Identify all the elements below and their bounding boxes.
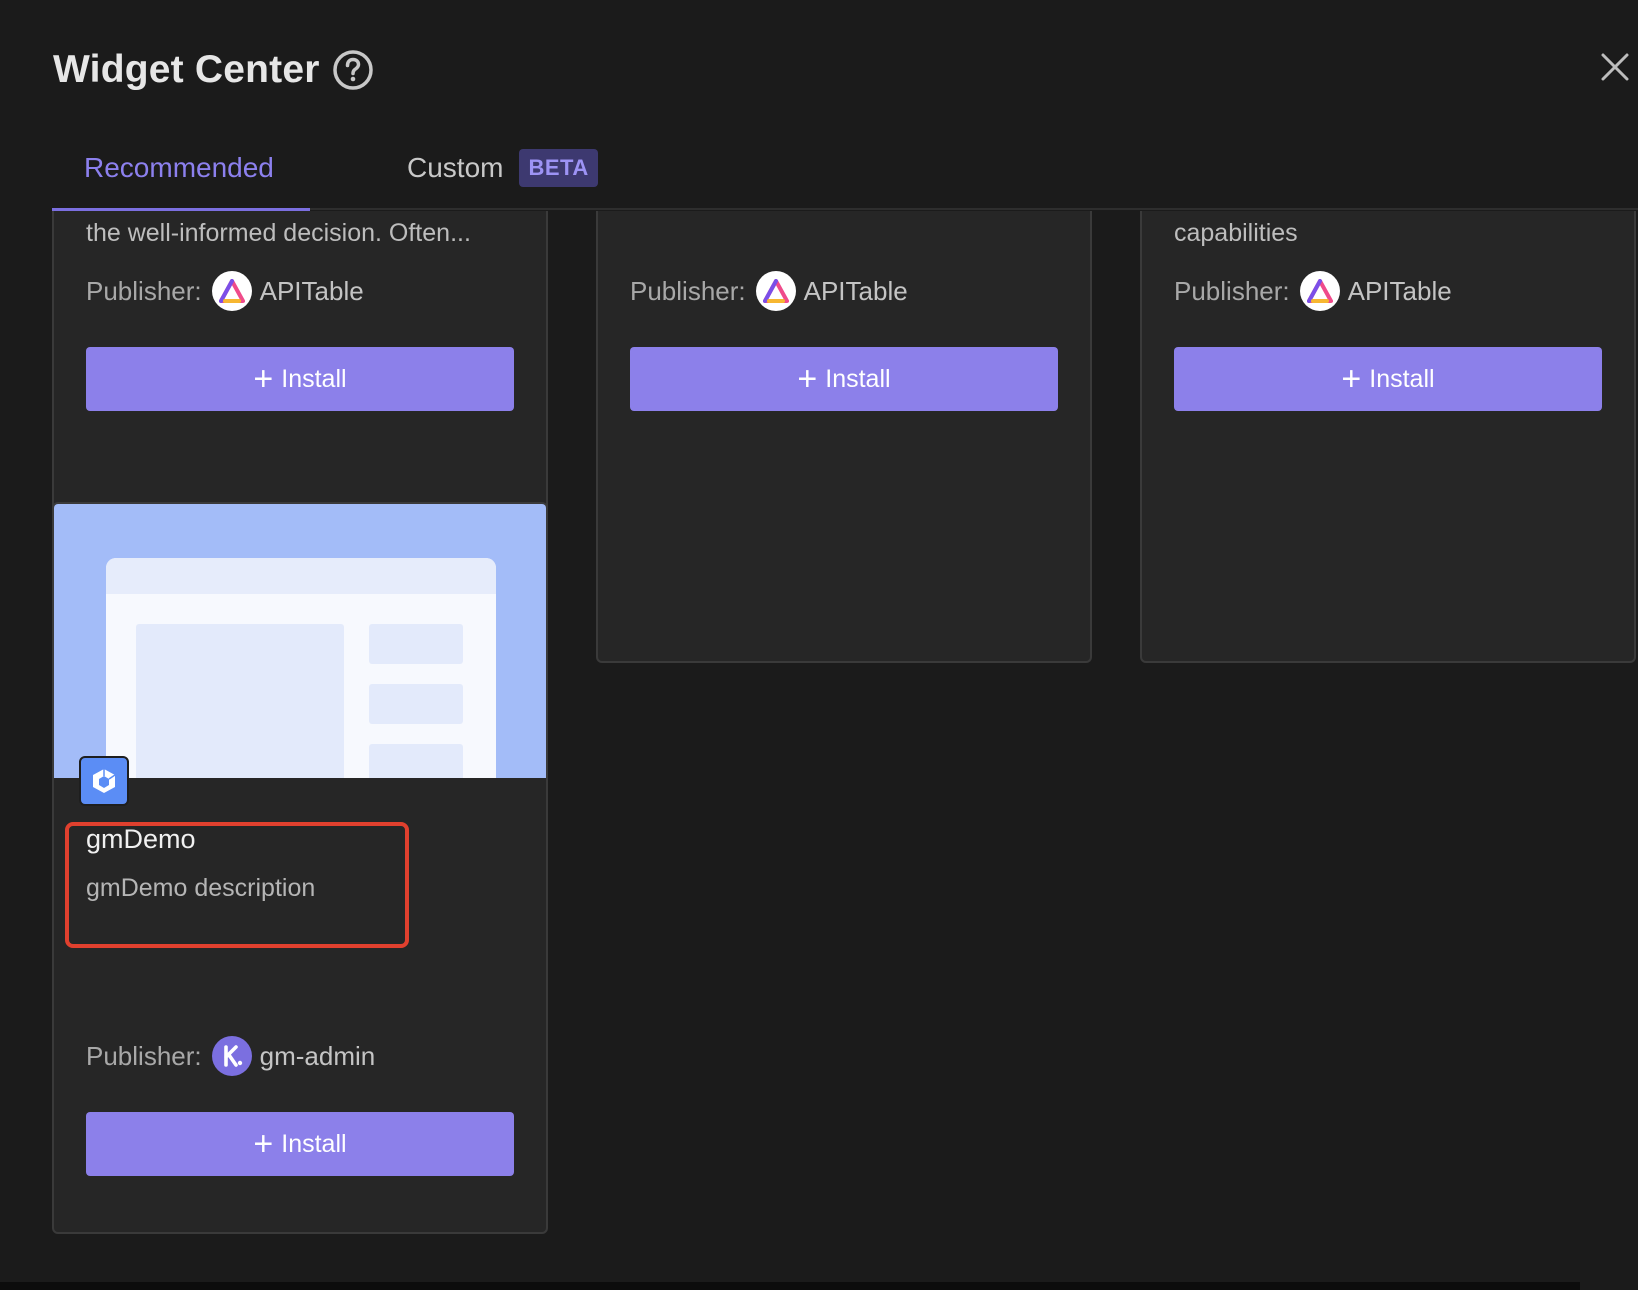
plus-icon: + [253,360,274,398]
publisher-row: Publisher: gm-admin [86,1036,375,1076]
publisher-avatar-icon [211,1036,252,1076]
preview-main-block [136,624,344,778]
publisher-label: Publisher: [86,275,202,306]
apitable-logo-icon [755,271,796,311]
install-label: Install [825,364,891,393]
tab-label: Recommended [84,152,274,183]
widget-card: Publisher: APITable + Install [596,211,1092,663]
preview-side-block [369,684,463,724]
preview-side-block [369,744,463,778]
tab-bar: Recommended Custom BETA [52,140,1638,212]
plus-icon: + [253,1125,274,1163]
page-title: Widget Center [53,48,320,91]
help-icon[interactable] [332,49,374,91]
install-button[interactable]: + Install [86,1112,514,1176]
close-icon[interactable] [1598,50,1632,84]
install-button[interactable]: + Install [86,347,514,411]
install-button[interactable]: + Install [1174,347,1602,411]
publisher-name: gm-admin [259,1040,376,1071]
publisher-name: APITable [803,275,908,306]
widget-description: gmDemo description [86,874,316,902]
widget-description: capabilities [1174,219,1298,247]
widget-preview-image [54,504,546,778]
widget-name: gmDemo [86,824,196,854]
widget-card: capabilities Publisher: APITable + Insta… [1140,211,1636,663]
preview-side-block [369,624,463,664]
title-row: Widget Center [53,48,374,92]
apitable-logo-icon [1299,271,1340,311]
tab-recommended[interactable]: Recommended [52,140,310,212]
tab-label: Custom [407,152,504,183]
publisher-row: Publisher: APITable [86,271,364,311]
widget-center-dialog: Widget Center Recommended Custom BETA th… [0,0,1638,1290]
install-label: Install [281,1129,347,1158]
preview-titlebar [106,558,496,594]
publisher-label: Publisher: [1174,275,1290,306]
install-label: Install [281,364,347,393]
apitable-logo-icon [211,271,252,311]
bottom-edge [0,1282,1580,1290]
tab-custom[interactable]: Custom BETA [407,140,598,210]
install-label: Install [1369,364,1435,393]
publisher-row: Publisher: APITable [1174,271,1452,311]
publisher-label: Publisher: [86,1040,202,1071]
publisher-row: Publisher: APITable [630,271,908,311]
plus-icon: + [797,360,818,398]
widget-description: the well-informed decision. Often... [86,219,471,247]
widget-card-gmdemo[interactable]: gmDemo gmDemo description Publisher: gm-… [52,502,548,1234]
publisher-label: Publisher: [630,275,746,306]
install-button[interactable]: + Install [630,347,1058,411]
widget-cube-icon [79,756,129,806]
publisher-name: APITable [259,275,364,306]
beta-badge: BETA [519,149,598,187]
plus-icon: + [1341,360,1362,398]
widget-grid: the well-informed decision. Often... Pub… [0,211,1638,1281]
preview-window [106,558,496,778]
publisher-name: APITable [1347,275,1452,306]
